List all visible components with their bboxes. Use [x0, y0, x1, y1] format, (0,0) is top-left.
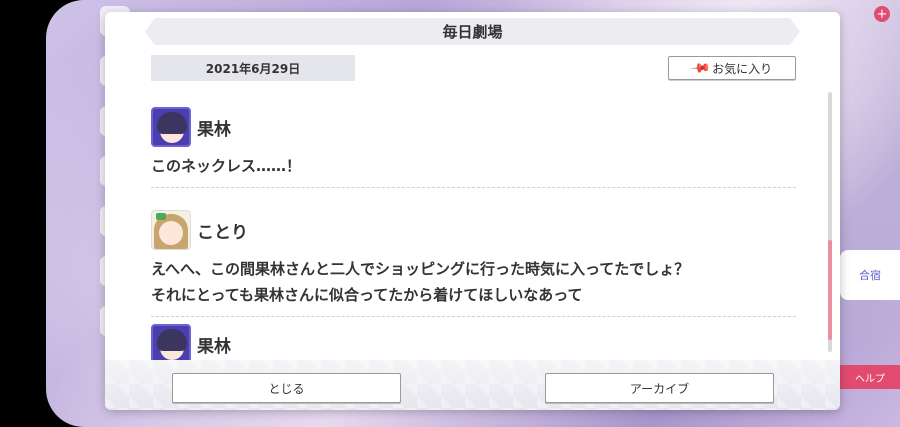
help-button[interactable]: ヘルプ — [840, 365, 900, 389]
dialog-footer: とじる アーカイブ — [105, 360, 840, 410]
divider — [151, 316, 796, 317]
dialogue-line: このネックレス……！ — [151, 157, 302, 175]
dialogue-entry: 果林 このネックレス……！ — [151, 105, 796, 188]
karin-avatar — [151, 107, 191, 147]
dialogue-entry: 果林 — [151, 322, 796, 360]
close-button[interactable]: とじる — [172, 373, 401, 403]
dialog-title: 毎日劇場 — [145, 18, 800, 45]
kotori-avatar — [151, 210, 191, 250]
speaker-name: ことり — [197, 222, 248, 243]
camp-button[interactable]: 合宿 — [840, 250, 900, 300]
scrollbar[interactable] — [828, 92, 832, 352]
karin-avatar — [151, 324, 191, 360]
plus-badge[interactable]: + — [874, 6, 890, 22]
speaker-name: 果林 — [197, 336, 231, 357]
archive-button[interactable]: アーカイブ — [545, 373, 774, 403]
dialogue-entry: ことり えへへ、この間果林さんと二人でショッピングに行った時気に入ってたでしょ？… — [151, 208, 796, 317]
favorite-label: お気に入り — [712, 61, 773, 76]
date-label: 2021年6月29日 — [151, 55, 355, 81]
favorite-button[interactable]: 📌 お気に入り — [668, 56, 796, 80]
dialogue-scroll-area[interactable]: 果林 このネックレス……！ ことり えへへ、この間果林さんと二人でショッピングに… — [151, 100, 801, 360]
daily-theater-dialog: 毎日劇場 2021年6月29日 📌 お気に入り 果林 このネックレス……！ こと… — [105, 12, 840, 410]
scrollbar-thumb[interactable] — [828, 240, 832, 340]
divider — [151, 187, 796, 188]
pin-icon: 📌 — [688, 57, 712, 79]
dialogue-line: それにとっても果林さんに似合ってたから着けてほしいなあって — [151, 286, 583, 304]
dialogue-line: えへへ、この間果林さんと二人でショッピングに行った時気に入ってたでしょ？ — [151, 260, 690, 278]
speaker-name: 果林 — [197, 119, 231, 140]
